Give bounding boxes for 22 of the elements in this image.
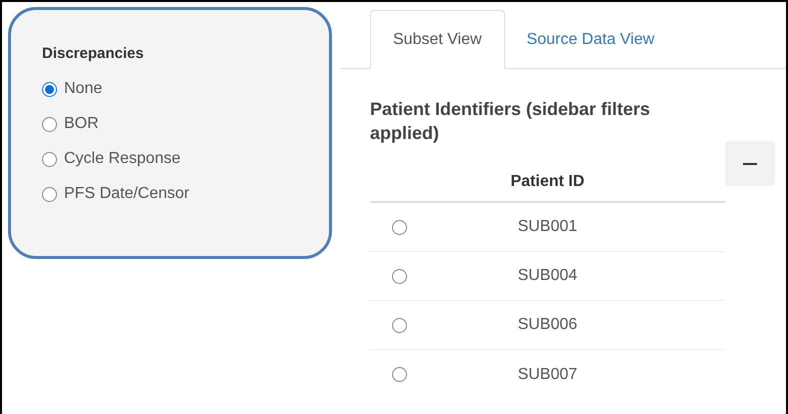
row-radio-button[interactable] [392,318,407,332]
option-label: BOR [64,114,99,134]
table-cell-text: SUB004 [518,266,578,286]
radio-button[interactable] [42,116,57,132]
table-cell-text: SUB001 [518,217,578,237]
column-header: Patient ID [510,172,586,192]
option-label: Cycle Response [64,149,180,169]
tab[interactable]: Subset View [370,10,505,69]
row-radio-button[interactable] [392,367,407,382]
minus-icon [743,162,757,164]
radio-button[interactable] [42,152,57,166]
row-radio-button[interactable] [392,220,407,234]
tab[interactable]: Source Data View [504,10,676,69]
section-title: Patient Identifiers (sidebar filters applied) [370,98,652,145]
radio-button[interactable] [42,186,57,202]
option-label: None [64,79,102,99]
panel-title: Discrepancies [42,44,145,64]
radio-button[interactable] [42,82,57,96]
row-radio-button[interactable] [392,268,407,284]
table-cell-text: SUB006 [518,315,578,335]
table-cell-text: SUB007 [518,364,578,384]
option-label: PFS Date/Censor [64,184,190,204]
